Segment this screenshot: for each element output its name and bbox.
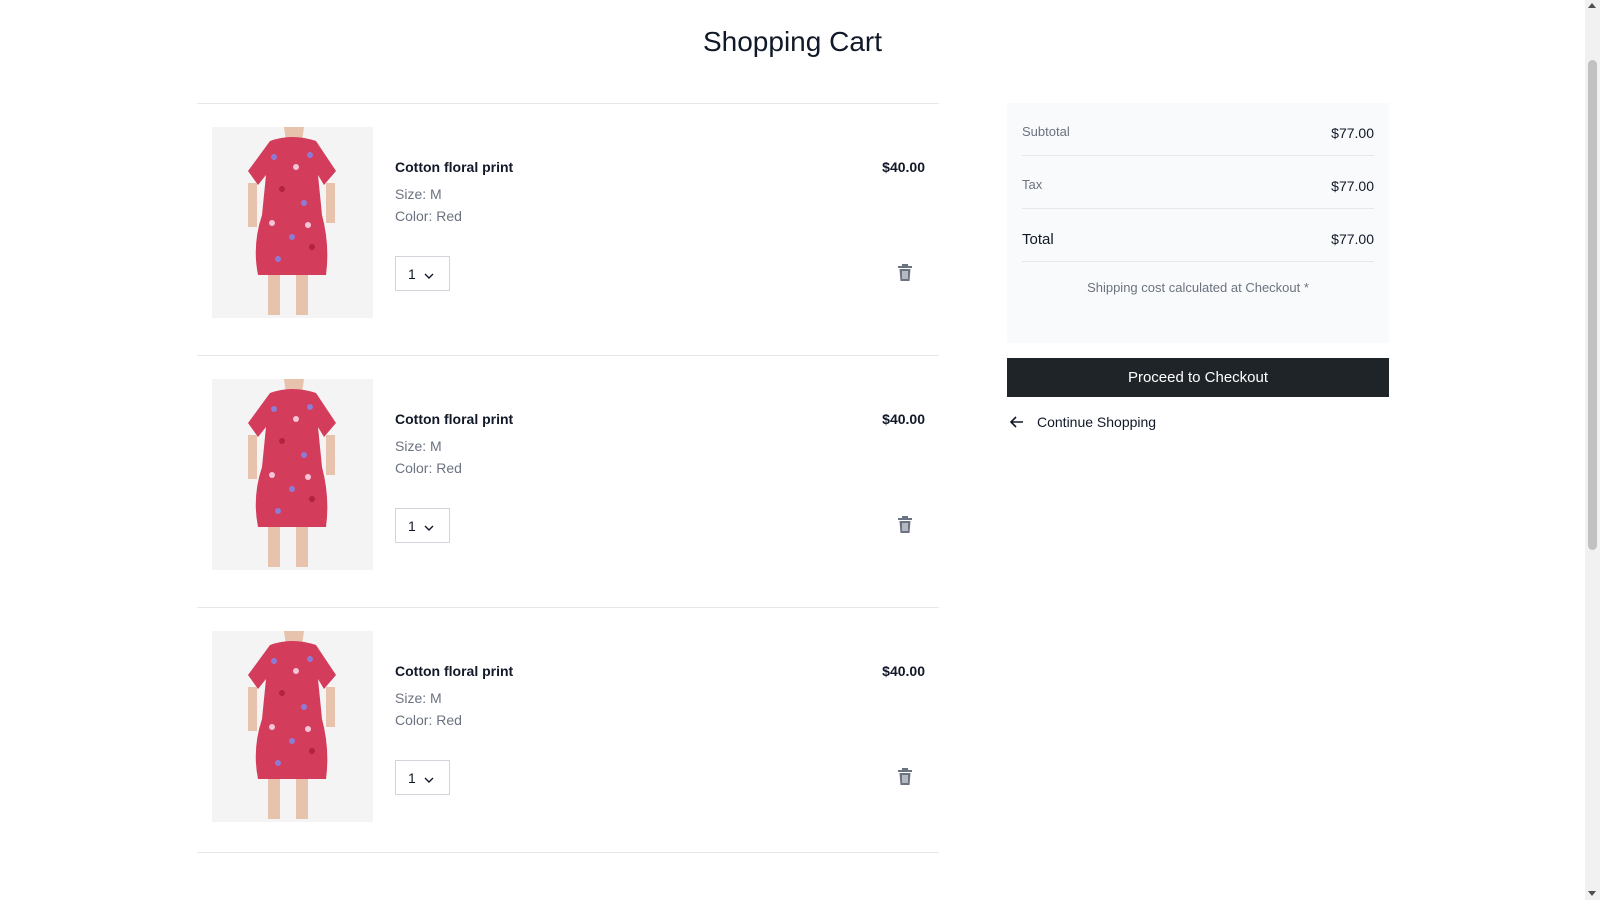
total-row: Total $77.00 <box>1022 209 1374 262</box>
floral-dress-image <box>212 379 373 570</box>
product-price: $40.00 <box>882 411 925 427</box>
vertical-scrollbar[interactable] <box>1585 0 1600 900</box>
continue-shopping-label: Continue Shopping <box>1037 414 1157 430</box>
chevron-down-icon <box>424 266 434 282</box>
product-color: Color: Red <box>395 712 462 728</box>
shipping-note: Shipping cost calculated at Checkout * <box>1087 280 1309 295</box>
quantity-value: 1 <box>408 769 416 786</box>
cart-item: Cotton floral print $40.00 Size: M Color… <box>197 608 939 853</box>
proceed-to-checkout-button[interactable]: Proceed to Checkout <box>1007 358 1389 397</box>
subtotal-label: Subtotal <box>1022 123 1070 139</box>
cart-item: Cotton floral print $40.00 Size: M Color… <box>197 356 939 608</box>
scroll-up-arrow-icon[interactable] <box>1588 3 1596 8</box>
quantity-select[interactable]: 1 <box>395 256 450 291</box>
order-summary: Subtotal $77.00 Tax $77.00 Total $77.00 … <box>1007 103 1389 343</box>
product-price: $40.00 <box>882 159 925 175</box>
cart-item: Cotton floral print $40.00 Size: M Color… <box>197 104 939 356</box>
trash-icon[interactable] <box>897 516 915 536</box>
page-title: Shopping Cart <box>702 26 882 57</box>
product-color: Color: Red <box>395 208 462 224</box>
quantity-select[interactable]: 1 <box>395 760 450 795</box>
product-name[interactable]: Cotton floral print <box>395 411 513 427</box>
product-price: $40.00 <box>882 663 925 679</box>
product-size: Size: M <box>395 438 442 454</box>
scroll-down-arrow-icon[interactable] <box>1588 891 1596 896</box>
product-size: Size: M <box>395 690 442 706</box>
product-image[interactable] <box>212 127 373 318</box>
tax-value: $77.00 <box>1331 178 1374 194</box>
subtotal-row: Subtotal $77.00 <box>1022 103 1374 156</box>
total-label: Total <box>1022 230 1054 248</box>
floral-dress-image <box>212 631 373 822</box>
subtotal-value: $77.00 <box>1331 125 1374 141</box>
quantity-select[interactable]: 1 <box>395 508 450 543</box>
scrollbar-thumb[interactable] <box>1588 60 1597 550</box>
chevron-down-icon <box>424 518 434 534</box>
tax-row: Tax $77.00 <box>1022 156 1374 209</box>
continue-shopping-link[interactable]: Continue Shopping <box>1009 414 1156 430</box>
chevron-down-icon <box>424 770 434 786</box>
product-size: Size: M <box>395 186 442 202</box>
quantity-value: 1 <box>408 517 416 534</box>
arrow-left-icon <box>1009 414 1025 430</box>
cart-items-list: Cotton floral print $40.00 Size: M Color… <box>197 103 939 853</box>
floral-dress-image <box>212 127 373 318</box>
product-image[interactable] <box>212 379 373 570</box>
quantity-value: 1 <box>408 265 416 282</box>
trash-icon[interactable] <box>897 264 915 284</box>
trash-icon[interactable] <box>897 768 915 788</box>
product-name[interactable]: Cotton floral print <box>395 663 513 679</box>
tax-label: Tax <box>1022 176 1043 192</box>
product-image[interactable] <box>212 631 373 822</box>
total-value: $77.00 <box>1331 231 1374 247</box>
product-name[interactable]: Cotton floral print <box>395 159 513 175</box>
product-color: Color: Red <box>395 460 462 476</box>
